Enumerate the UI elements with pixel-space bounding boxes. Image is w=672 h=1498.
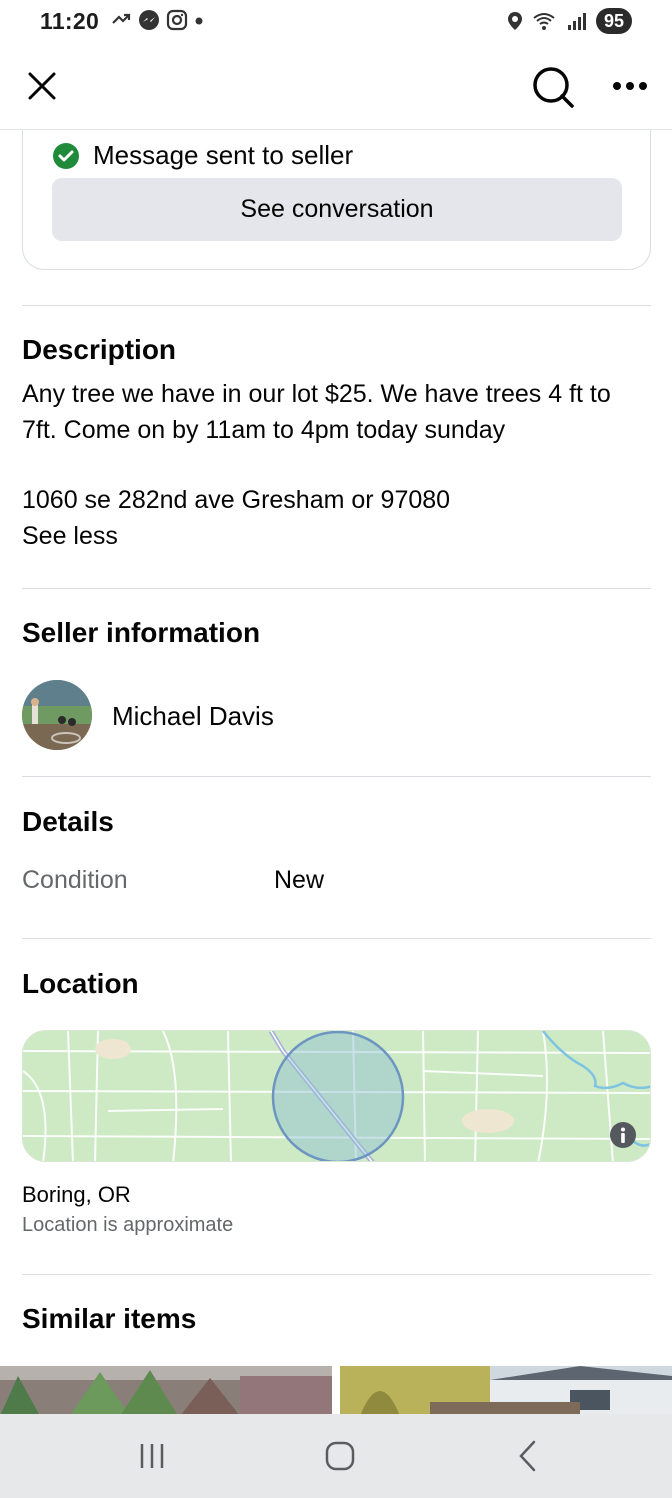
similar-item-image: [0, 1366, 332, 1416]
battery-badge: 95: [595, 8, 632, 34]
system-status-icons: 95: [506, 8, 632, 34]
similar-item-image: [340, 1366, 672, 1416]
description-line-2: 7ft. Come on by 11am to 4pm today sunday: [22, 416, 506, 444]
close-button[interactable]: [20, 64, 64, 108]
divider: [22, 776, 651, 777]
location-icon: [507, 12, 522, 30]
wifi-icon: [533, 13, 555, 30]
more-icon: [613, 82, 647, 90]
details-title: Details: [22, 806, 114, 837]
location-title: Location: [22, 968, 139, 999]
similar-item-thumbnail[interactable]: [340, 1366, 672, 1416]
similar-item-thumbnail[interactable]: [0, 1366, 332, 1416]
notification-icons: [110, 9, 204, 31]
condition-value: New: [274, 866, 325, 894]
divider: [22, 305, 651, 306]
check-circle-icon: [53, 142, 79, 169]
messenger-icon: [139, 10, 159, 30]
info-icon: [610, 1122, 636, 1148]
see-conversation-button[interactable]: See conversation: [52, 178, 622, 241]
missed-call-icon: [112, 13, 131, 24]
description-line-1: Any tree we have in our lot $25. We have…: [22, 380, 611, 408]
signal-icon: [567, 13, 586, 30]
status-bar: 11:20 95: [0, 0, 672, 48]
back-button[interactable]: [504, 1436, 552, 1476]
location-map[interactable]: [22, 1030, 651, 1162]
divider: [22, 588, 651, 589]
instagram-icon: [166, 9, 188, 31]
location-city: Boring, OR: [22, 1182, 131, 1207]
search-icon: [533, 67, 574, 108]
more-notifications-icon: [195, 17, 203, 25]
system-nav-bar: [0, 1414, 672, 1498]
location-note: Location is approximate: [22, 1214, 234, 1236]
home-icon: [325, 1441, 355, 1471]
status-time: 11:20: [40, 8, 100, 34]
more-button[interactable]: [606, 66, 654, 106]
description-address: 1060 se 282nd ave Gresham or 97080: [22, 486, 451, 514]
home-button[interactable]: [316, 1436, 364, 1476]
recents-button[interactable]: [128, 1438, 176, 1474]
search-button[interactable]: [528, 62, 578, 112]
similar-items-title: Similar items: [22, 1303, 197, 1334]
map-info-button[interactable]: [609, 1121, 637, 1149]
back-icon: [519, 1440, 536, 1472]
close-icon: [28, 72, 56, 100]
recents-icon: [140, 1444, 164, 1468]
description-title: Description: [22, 334, 177, 365]
message-status-text: Message sent to seller: [93, 140, 354, 170]
seller-name[interactable]: Michael Davis: [112, 701, 274, 732]
seller-info-title: Seller information: [22, 617, 261, 648]
app-bar: [0, 48, 672, 130]
divider: [22, 1274, 651, 1275]
see-less-link[interactable]: See less: [22, 518, 118, 554]
divider: [22, 938, 651, 939]
avatar-photo: [22, 680, 92, 750]
seller-avatar[interactable]: [22, 680, 92, 750]
condition-label: Condition: [22, 866, 128, 894]
message-status: Message sent to seller: [53, 140, 353, 171]
map-graphic: [23, 1031, 650, 1161]
